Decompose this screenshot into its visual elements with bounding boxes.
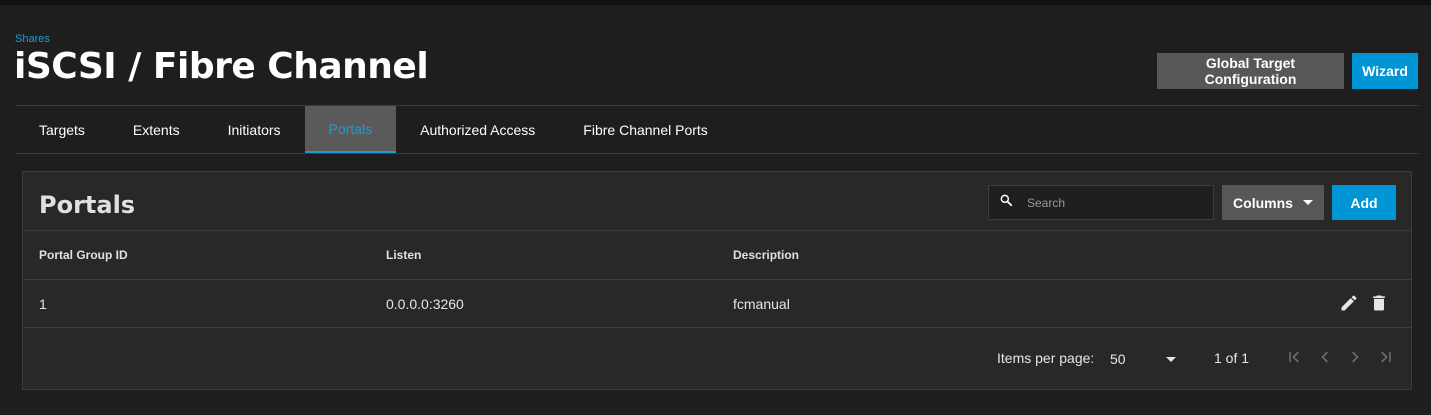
- tab-targets[interactable]: Targets: [15, 106, 109, 153]
- page-size-value: 50: [1110, 351, 1126, 367]
- portals-card: Portals Columns Add Portal Group ID List…: [22, 171, 1412, 390]
- columns-button[interactable]: Columns: [1222, 185, 1324, 220]
- add-button[interactable]: Add: [1332, 185, 1396, 220]
- table-row[interactable]: 1 0.0.0.0:3260 fcmanual: [23, 280, 1411, 328]
- search-box[interactable]: [988, 185, 1214, 220]
- caret-down-icon: [1166, 356, 1176, 362]
- page-size-select[interactable]: 50: [1110, 350, 1176, 368]
- search-input[interactable]: [1027, 195, 1207, 210]
- chevron-left-icon[interactable]: [1315, 346, 1335, 368]
- breadcrumb[interactable]: Shares: [15, 33, 50, 45]
- items-per-page-label: Items per page:: [997, 350, 1095, 366]
- columns-label: Columns: [1233, 194, 1293, 211]
- cell-description: fcmanual: [733, 295, 790, 312]
- trash-icon[interactable]: [1369, 293, 1389, 313]
- global-target-configuration-button[interactable]: Global Target Configuration: [1157, 53, 1344, 89]
- paginator: Items per page: 50 1 of 1: [23, 328, 1411, 390]
- tab-bar: Targets Extents Initiators Portals Autho…: [15, 106, 1419, 154]
- chevron-right-icon[interactable]: [1345, 346, 1365, 368]
- pencil-icon[interactable]: [1339, 293, 1359, 313]
- tab-extents[interactable]: Extents: [109, 106, 204, 153]
- page-range: 1 of 1: [1214, 350, 1250, 366]
- column-header-listen[interactable]: Listen: [386, 248, 421, 262]
- page-title: iSCSI / Fibre Channel: [14, 46, 429, 87]
- row-actions: [1339, 293, 1389, 313]
- cell-listen: 0.0.0.0:3260: [386, 295, 464, 312]
- search-icon: [999, 193, 1013, 212]
- caret-down-icon: [1302, 200, 1313, 205]
- top-bar: [0, 0, 1431, 5]
- page-navigation: [1285, 346, 1395, 368]
- cell-portal-group-id: 1: [39, 295, 47, 312]
- tab-initiators[interactable]: Initiators: [204, 106, 305, 153]
- table-header: Portal Group ID Listen Description: [23, 230, 1411, 280]
- column-header-portal-group-id[interactable]: Portal Group ID: [39, 248, 128, 262]
- wizard-button[interactable]: Wizard: [1352, 53, 1418, 89]
- first-page-icon[interactable]: [1285, 346, 1305, 368]
- tab-portals[interactable]: Portals: [304, 106, 397, 153]
- last-page-icon[interactable]: [1375, 346, 1395, 368]
- tab-authorized-access[interactable]: Authorized Access: [396, 106, 559, 153]
- card-title: Portals: [39, 191, 136, 219]
- tab-fibre-channel-ports[interactable]: Fibre Channel Ports: [559, 106, 732, 153]
- column-header-description[interactable]: Description: [733, 248, 799, 262]
